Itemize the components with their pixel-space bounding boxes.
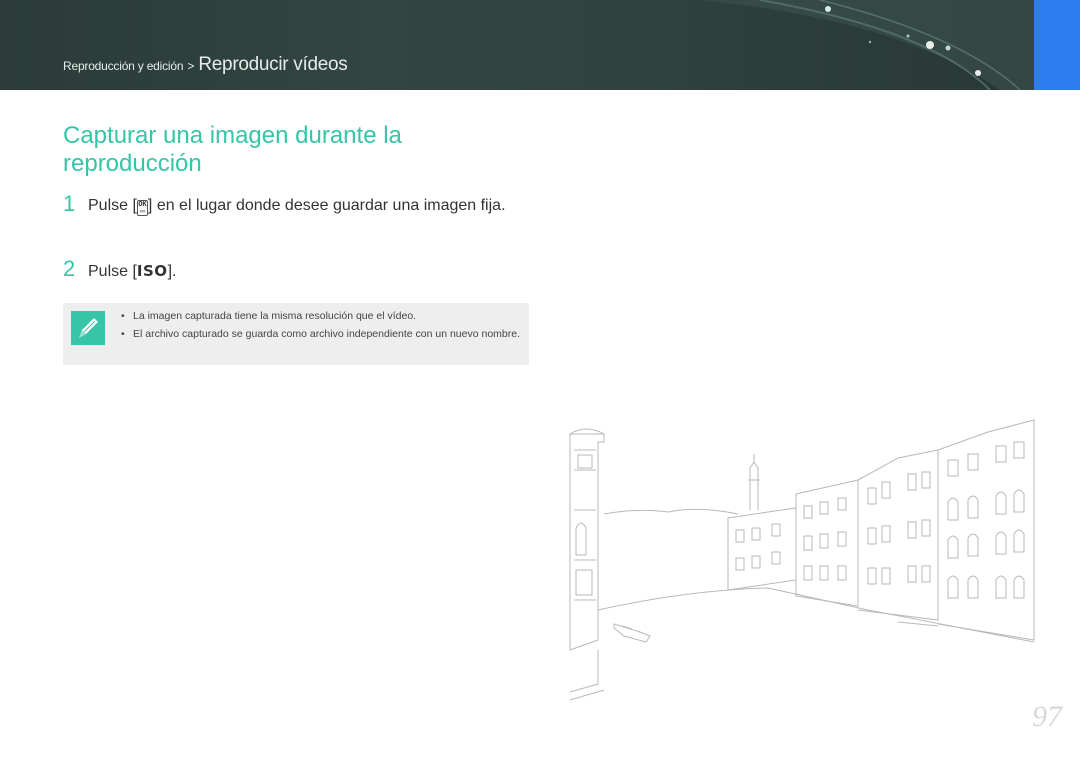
note-item: La imagen capturada tiene la misma resol… bbox=[121, 309, 521, 324]
banner-swoosh-decoration bbox=[700, 0, 1080, 90]
step-text: Pulse [OK ▭] en el lugar donde desee guar… bbox=[88, 195, 523, 217]
header-banner: Reproducción y edición > Reproducir vídeos bbox=[0, 0, 1080, 90]
step-1: 1 Pulse [OK ▭] en el lugar donde desee gu… bbox=[63, 191, 523, 217]
ok-button-icon: OK ▭ bbox=[136, 200, 148, 216]
step-number: 2 bbox=[63, 256, 76, 281]
page-number: 97 bbox=[1032, 700, 1062, 733]
step-text-after: ] en el lugar donde desee guardar una im… bbox=[147, 197, 506, 214]
section-title: Capturar una imagen durante la reproducc… bbox=[63, 122, 402, 177]
step-number: 1 bbox=[63, 191, 76, 216]
breadcrumb-section[interactable]: Reproducción y edición bbox=[63, 59, 184, 73]
note-item: El archivo capturado se guarda como arch… bbox=[121, 327, 521, 342]
step-2: 2 Pulse [ISO]. bbox=[63, 256, 523, 283]
step-text-before: Pulse [ bbox=[88, 263, 137, 280]
step-text-before: Pulse [ bbox=[88, 197, 137, 214]
step-text: Pulse [ISO]. bbox=[88, 260, 523, 283]
breadcrumb-separator: > bbox=[187, 59, 195, 73]
step-text-after: ]. bbox=[167, 263, 177, 280]
chapter-tab bbox=[1034, 0, 1080, 90]
breadcrumb: Reproducción y edición > Reproducir vídeos bbox=[63, 54, 348, 76]
note-box: La imagen capturada tiene la misma resol… bbox=[63, 303, 529, 365]
breadcrumb-page[interactable]: Reproducir vídeos bbox=[198, 54, 347, 75]
note-list: La imagen capturada tiene la misma resol… bbox=[121, 309, 521, 345]
iso-button-label: ISO bbox=[136, 262, 168, 280]
pen-icon bbox=[71, 311, 105, 345]
city-canal-sketch bbox=[569, 419, 1035, 701]
